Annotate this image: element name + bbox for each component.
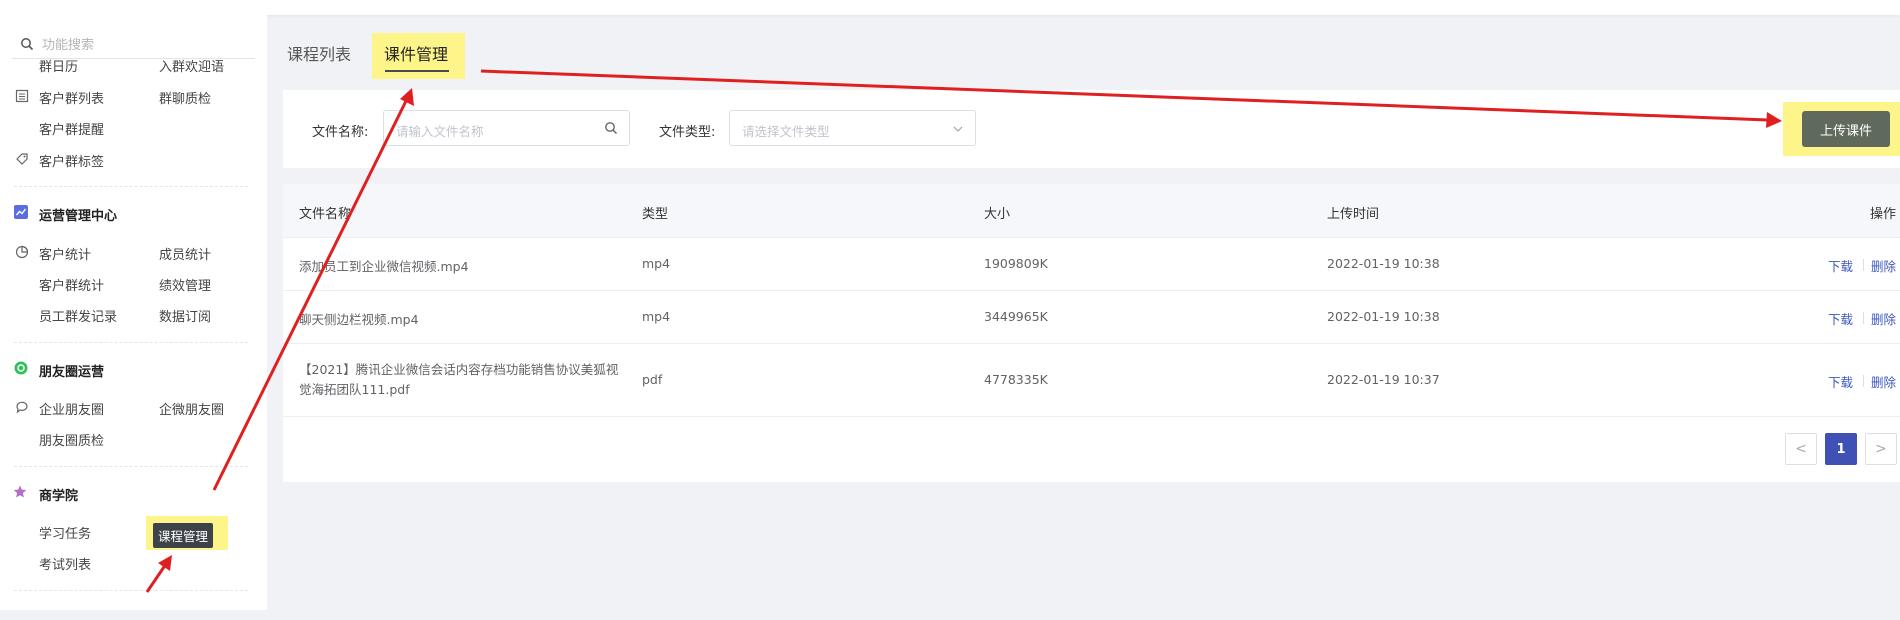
file-type-label: 文件类型: (659, 125, 716, 140)
sidebar-item[interactable]: 客户群提醒 (39, 119, 104, 138)
sidebar-search[interactable]: 功能搜索 (12, 29, 255, 59)
chevron-down-icon (953, 126, 963, 132)
table-row: 聊天侧边栏视频.mp4 mp4 3449965K 2022-01-19 10:3… (283, 291, 1900, 344)
moments-icon (14, 361, 28, 375)
sidebar-item[interactable]: 群日历 (39, 56, 78, 75)
sidebar: 功能搜索 群日历 入群欢迎语 客户群列表 群聊质检 客户群提醒 客户群标签 运营… (0, 15, 267, 610)
pie-icon (15, 245, 29, 259)
sidebar-divider (14, 466, 248, 467)
column-header-size: 大小 (984, 207, 1011, 222)
cell-type: mp4 (642, 256, 671, 271)
cell-file-name: 【2021】腾讯企业微信会话内容存档功能销售协议美狐视觉海拓团队111.pdf (299, 362, 619, 397)
sidebar-item[interactable]: 客户群标签 (39, 151, 104, 170)
filter-panel: 文件名称: 请输入文件名称 文件类型: 请选择文件类型 (283, 90, 1900, 168)
sidebar-item[interactable]: 客户群统计 (39, 275, 104, 294)
academy-icon (13, 485, 27, 498)
tab-course-list[interactable]: 课程列表 (287, 41, 351, 65)
cell-file-name: 聊天侧边栏视频.mp4 (299, 312, 419, 327)
cell-size: 1909809K (984, 256, 1048, 271)
sidebar-item[interactable]: 考试列表 (39, 554, 91, 573)
sidebar-item-course-management[interactable]: 课程管理 (153, 523, 214, 548)
sidebar-item[interactable]: 客户群列表 (39, 88, 104, 107)
sidebar-divider (14, 590, 248, 591)
table-row: 【2021】腾讯企业微信会话内容存档功能销售协议美狐视觉海拓团队111.pdf … (283, 344, 1900, 417)
sidebar-item[interactable]: 成员统计 (159, 244, 211, 263)
sidebar-section-title: 朋友圈运营 (39, 365, 105, 380)
column-header-upload-time: 上传时间 (1327, 207, 1380, 222)
delete-link[interactable]: 删除 (1871, 309, 1896, 328)
next-page-button[interactable]: > (1865, 433, 1897, 465)
list-icon (15, 89, 29, 103)
sidebar-item[interactable]: 企业朋友圈 (39, 399, 104, 418)
sidebar-item[interactable]: 数据订阅 (159, 306, 211, 325)
action-separator (1863, 375, 1864, 387)
tab-active-indicator (385, 70, 449, 72)
action-separator (1863, 259, 1864, 271)
download-link[interactable]: 下载 (1828, 256, 1853, 275)
download-link[interactable]: 下载 (1828, 372, 1853, 391)
sidebar-item[interactable]: 群聊质检 (159, 88, 211, 107)
column-header-type: 类型 (642, 207, 669, 222)
chart-icon (14, 205, 28, 219)
cell-upload-time: 2022-01-19 10:38 (1327, 256, 1440, 271)
table-row: 添加员工到企业微信视频.mp4 mp4 1909809K 2022-01-19 … (283, 238, 1900, 291)
sidebar-item[interactable]: 学习任务 (39, 523, 91, 542)
sidebar-item[interactable]: 企微朋友圈 (159, 399, 224, 418)
courseware-table: 文件名称 类型 大小 上传时间 操作 添加员工到企业微信视频.mp4 mp4 1… (283, 184, 1900, 482)
search-icon[interactable] (604, 121, 618, 135)
sidebar-item[interactable]: 入群欢迎语 (159, 56, 224, 75)
cell-size: 4778335K (984, 372, 1048, 387)
sidebar-divider (14, 342, 248, 343)
delete-link[interactable]: 删除 (1871, 256, 1896, 275)
upload-courseware-button[interactable]: 上传课件 (1802, 111, 1890, 147)
tab-courseware-management[interactable]: 课件管理 (384, 41, 448, 65)
cell-type: pdf (642, 372, 663, 387)
chat-icon (16, 401, 28, 414)
sidebar-item[interactable]: 绩效管理 (159, 275, 211, 294)
cell-type: mp4 (642, 309, 671, 324)
top-bar (0, 0, 1900, 15)
file-name-label: 文件名称: (312, 125, 369, 140)
sidebar-search-placeholder: 功能搜索 (42, 38, 95, 53)
sidebar-section-title: 运营管理中心 (39, 209, 118, 224)
sidebar-section-title: 商学院 (39, 489, 79, 504)
download-link[interactable]: 下载 (1828, 309, 1853, 328)
cell-size: 3449965K (984, 309, 1048, 324)
sidebar-item[interactable]: 客户统计 (39, 244, 91, 263)
file-type-placeholder: 请选择文件类型 (742, 124, 830, 139)
cell-upload-time: 2022-01-19 10:37 (1327, 372, 1440, 387)
sidebar-item[interactable]: 员工群发记录 (39, 306, 117, 325)
table-header: 文件名称 类型 大小 上传时间 操作 (283, 184, 1900, 238)
sidebar-item[interactable]: 朋友圈质检 (39, 430, 104, 449)
sidebar-divider (14, 186, 248, 187)
action-separator (1863, 312, 1864, 324)
prev-page-button[interactable]: < (1785, 433, 1817, 465)
delete-link[interactable]: 删除 (1871, 372, 1896, 391)
column-header-name: 文件名称 (299, 207, 352, 222)
cell-upload-time: 2022-01-19 10:38 (1327, 309, 1440, 324)
file-name-input[interactable]: 请输入文件名称 (383, 110, 630, 146)
search-icon (21, 37, 34, 50)
file-name-placeholder: 请输入文件名称 (396, 124, 484, 139)
column-header-actions: 操作 (1870, 207, 1897, 222)
file-type-select[interactable]: 请选择文件类型 (729, 110, 976, 146)
page-number-current[interactable]: 1 (1825, 433, 1857, 465)
tag-icon (16, 153, 28, 165)
cell-file-name: 添加员工到企业微信视频.mp4 (299, 259, 469, 274)
